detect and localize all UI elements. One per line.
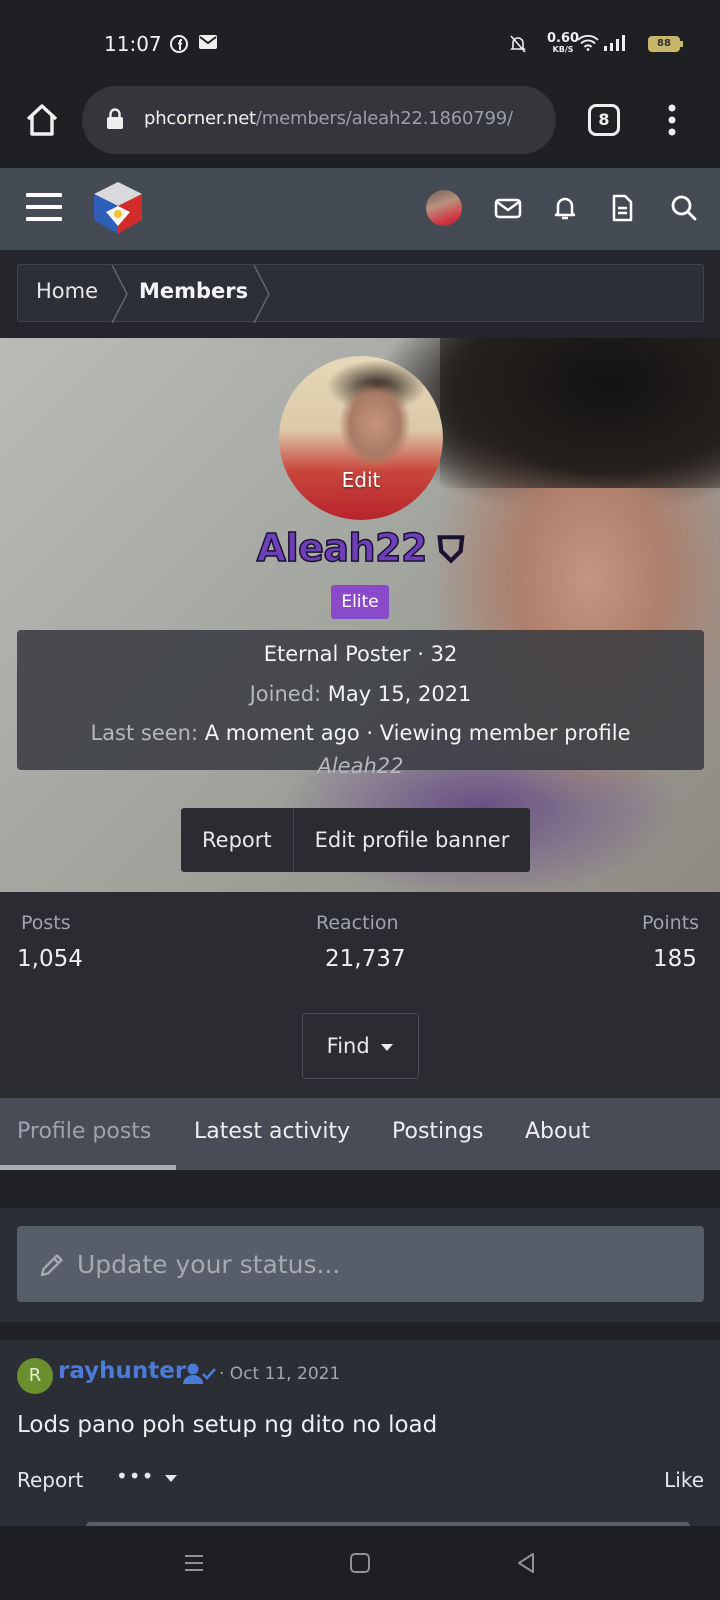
more-options-icon[interactable]	[664, 102, 680, 138]
search-icon[interactable]	[670, 194, 698, 222]
tab-switcher-button[interactable]: 8	[588, 104, 620, 136]
breadcrumb: Home Members	[17, 264, 704, 323]
muted-bell-icon	[510, 35, 526, 57]
find-dropdown-button[interactable]: Find	[302, 1013, 419, 1079]
banner-photo	[440, 338, 720, 488]
last-seen-line: Last seen: A moment ago · Viewing member…	[90, 721, 631, 745]
verified-user-icon	[183, 1362, 217, 1386]
breadcrumb-separator	[111, 265, 128, 323]
back-icon[interactable]	[511, 1548, 541, 1578]
post-report-link[interactable]: Report	[17, 1468, 83, 1492]
pencil-icon	[37, 1250, 67, 1280]
signal-icon	[604, 35, 628, 55]
profile-info-box: Eternal Poster · 32 Joined: May 15, 2021…	[17, 630, 704, 778]
reaction-label: Reaction	[316, 912, 399, 934]
breadcrumb-members[interactable]: Members	[139, 279, 248, 303]
site-logo[interactable]	[90, 180, 146, 236]
edit-profile-banner-button[interactable]: Edit profile banner	[292, 808, 531, 872]
points-label: Points	[642, 912, 700, 934]
status-placeholder: Update your status...	[77, 1250, 341, 1279]
profile-banner: Edit Aleah22 ⛉ Elite Eternal Poster · 32…	[0, 338, 720, 892]
reaction-value[interactable]: 21,737	[325, 946, 405, 972]
points-value[interactable]: 185	[653, 946, 697, 972]
profile-stats: Posts 1,054 Reaction 21,737 Points 185 F…	[0, 892, 720, 1098]
tab-profile-posts[interactable]: Profile posts	[17, 1119, 151, 1144]
post-date[interactable]: · Oct 11, 2021	[219, 1364, 340, 1384]
profile-actions: Report Edit profile banner	[181, 808, 531, 872]
clock: 11:07	[104, 32, 162, 56]
mail-icon	[199, 35, 217, 53]
section-gap	[0, 1170, 720, 1208]
wifi-icon	[577, 34, 599, 55]
user-avatar[interactable]	[426, 190, 462, 226]
network-speed: 0.60 KB/S	[547, 31, 580, 54]
home-icon[interactable]	[24, 102, 60, 138]
post-more-menu[interactable]: •••	[116, 1464, 178, 1488]
home-nav-icon[interactable]	[345, 1548, 375, 1578]
post-like-link[interactable]: Like	[664, 1468, 704, 1492]
breadcrumb-separator	[253, 265, 270, 323]
post-text: Lods pano poh setup ng dito no load	[17, 1412, 438, 1438]
system-navigation-bar	[0, 1526, 720, 1600]
hamburger-menu-icon[interactable]	[26, 192, 62, 222]
status-update-area: Update your status...	[0, 1208, 720, 1322]
bell-icon[interactable]	[551, 194, 579, 222]
breadcrumb-home[interactable]: Home	[36, 279, 98, 303]
user-title: Eternal Poster · 32	[263, 642, 458, 666]
profile-avatar[interactable]: Edit	[279, 356, 443, 520]
status-input[interactable]: Update your status...	[17, 1226, 704, 1302]
tab-postings[interactable]: Postings	[392, 1119, 484, 1144]
section-gap	[0, 1322, 720, 1340]
caret-down-icon	[381, 1044, 394, 1051]
profile-post: R rayhunter · Oct 11, 2021 Lods pano poh…	[0, 1340, 720, 1530]
post-author-avatar[interactable]: R	[17, 1358, 53, 1394]
battery-icon: 88	[648, 36, 683, 52]
profile-tabs: Profile posts Latest activity Postings A…	[0, 1098, 720, 1170]
spy-icon: ⛉	[426, 529, 465, 571]
address-bar[interactable]: phcorner.net/members/aleah22.1860799/	[82, 86, 556, 154]
post-author[interactable]: rayhunter	[58, 1358, 186, 1384]
document-icon[interactable]	[608, 194, 636, 222]
facebook-icon	[170, 35, 188, 57]
tab-latest-activity[interactable]: Latest activity	[194, 1119, 350, 1144]
inbox-icon[interactable]	[494, 194, 522, 222]
system-status-bar: 11:07 0.60 KB/S 88	[0, 0, 720, 84]
avatar-edit-link[interactable]: Edit	[279, 468, 443, 492]
profile-username: Aleah22 ⛉	[256, 525, 465, 571]
url-text: phcorner.net/members/aleah22.1860799/	[144, 108, 513, 129]
browser-toolbar: phcorner.net/members/aleah22.1860799/ 8	[0, 84, 720, 168]
joined-line: Joined: May 15, 2021	[249, 682, 472, 706]
posts-value[interactable]: 1,054	[17, 946, 83, 972]
lock-icon	[106, 108, 124, 134]
recent-apps-icon[interactable]	[179, 1548, 209, 1578]
report-button[interactable]: Report	[181, 808, 293, 872]
posts-label: Posts	[21, 912, 71, 934]
tab-about[interactable]: About	[525, 1119, 590, 1144]
site-header	[0, 168, 720, 250]
caret-down-icon	[164, 1474, 177, 1482]
rank-badge: Elite	[331, 585, 389, 619]
last-seen-target[interactable]: Aleah22	[17, 754, 704, 778]
